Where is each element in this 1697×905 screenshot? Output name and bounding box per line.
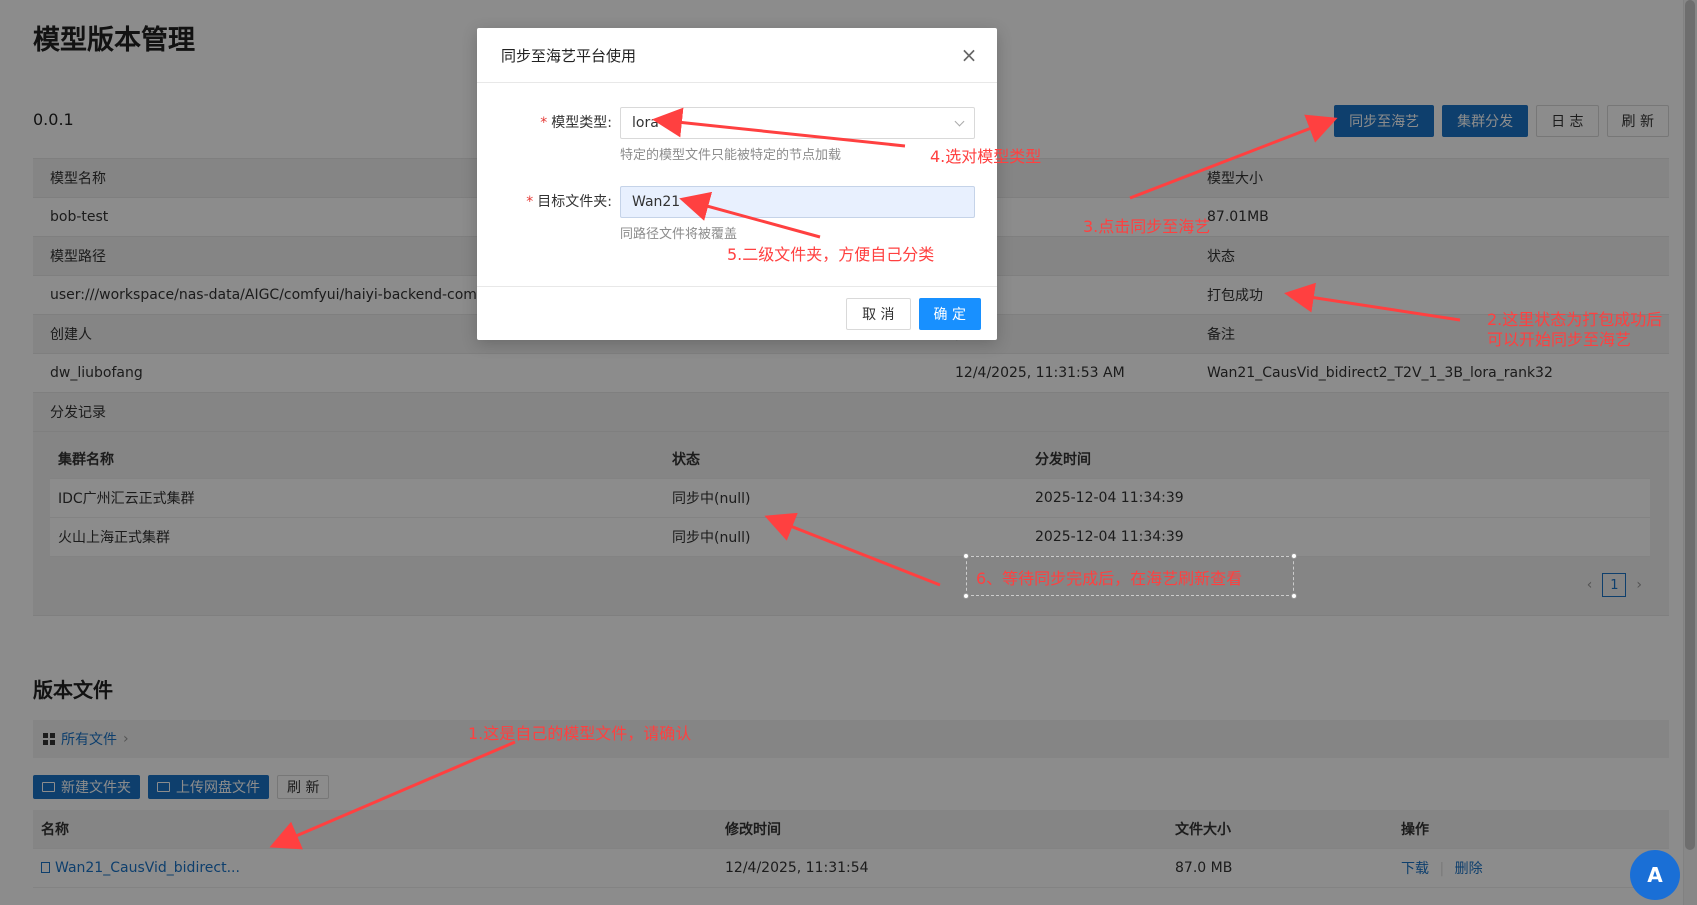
target-folder-input[interactable]: Wan21	[620, 186, 975, 218]
close-icon[interactable]: ×	[959, 45, 979, 65]
modal-header: 同步至海艺平台使用 ×	[477, 28, 997, 83]
modal-title: 同步至海艺平台使用	[501, 46, 637, 65]
annotation-6: 6、等待同步完成后，在海艺刷新查看	[976, 569, 1243, 588]
assistant-fab[interactable]: A	[1630, 850, 1680, 900]
confirm-button[interactable]: 确 定	[918, 297, 981, 330]
annotation-2-line1: 2.这里状态为打包成功后	[1487, 310, 1663, 329]
target-folder-field: Wan21 同路径文件将被覆盖	[620, 186, 975, 242]
annotation-5: 5.二级文件夹，方便自己分类	[727, 245, 935, 264]
model-type-field: lora 特定的模型文件只能被特定的节点加载	[620, 107, 975, 163]
chevron-down-icon	[954, 116, 965, 126]
resize-handle[interactable]	[963, 553, 969, 559]
annotation-3: 3.点击同步至海艺	[1083, 217, 1211, 236]
annotation-4: 4.选对模型类型	[930, 147, 1042, 166]
resize-handle[interactable]	[1291, 593, 1297, 599]
model-type-select[interactable]: lora	[620, 107, 975, 139]
target-folder-hint: 同路径文件将被覆盖	[620, 227, 738, 242]
model-type-row: * 模型类型: lora 特定的模型文件只能被特定的节点加载	[477, 107, 997, 163]
target-folder-label: 目标文件夹:	[537, 194, 612, 210]
target-folder-label-wrap: * 目标文件夹:	[526, 194, 612, 210]
sync-modal: 同步至海艺平台使用 × * 模型类型: lora 特定的模型文件只能被特定的节点加…	[477, 28, 997, 340]
cancel-button[interactable]: 取 消	[846, 297, 911, 330]
model-type-value: lora	[632, 115, 659, 131]
model-type-hint: 特定的模型文件只能被特定的节点加载	[620, 148, 842, 163]
modal-footer: 取 消 确 定	[477, 286, 997, 340]
target-folder-row: * 目标文件夹: Wan21 同路径文件将被覆盖	[477, 186, 997, 242]
annotation-2: 2.这里状态为打包成功后 可以开始同步至海艺	[1487, 310, 1662, 350]
annotation-1: 1.这是自己的模型文件，请确认	[468, 724, 692, 743]
model-type-label: 模型类型:	[551, 115, 612, 131]
annotation-2-line2: 可以开始同步至海艺	[1487, 330, 1632, 349]
model-type-label-wrap: * 模型类型:	[540, 115, 612, 131]
resize-handle[interactable]	[963, 593, 969, 599]
resize-handle[interactable]	[1291, 553, 1297, 559]
